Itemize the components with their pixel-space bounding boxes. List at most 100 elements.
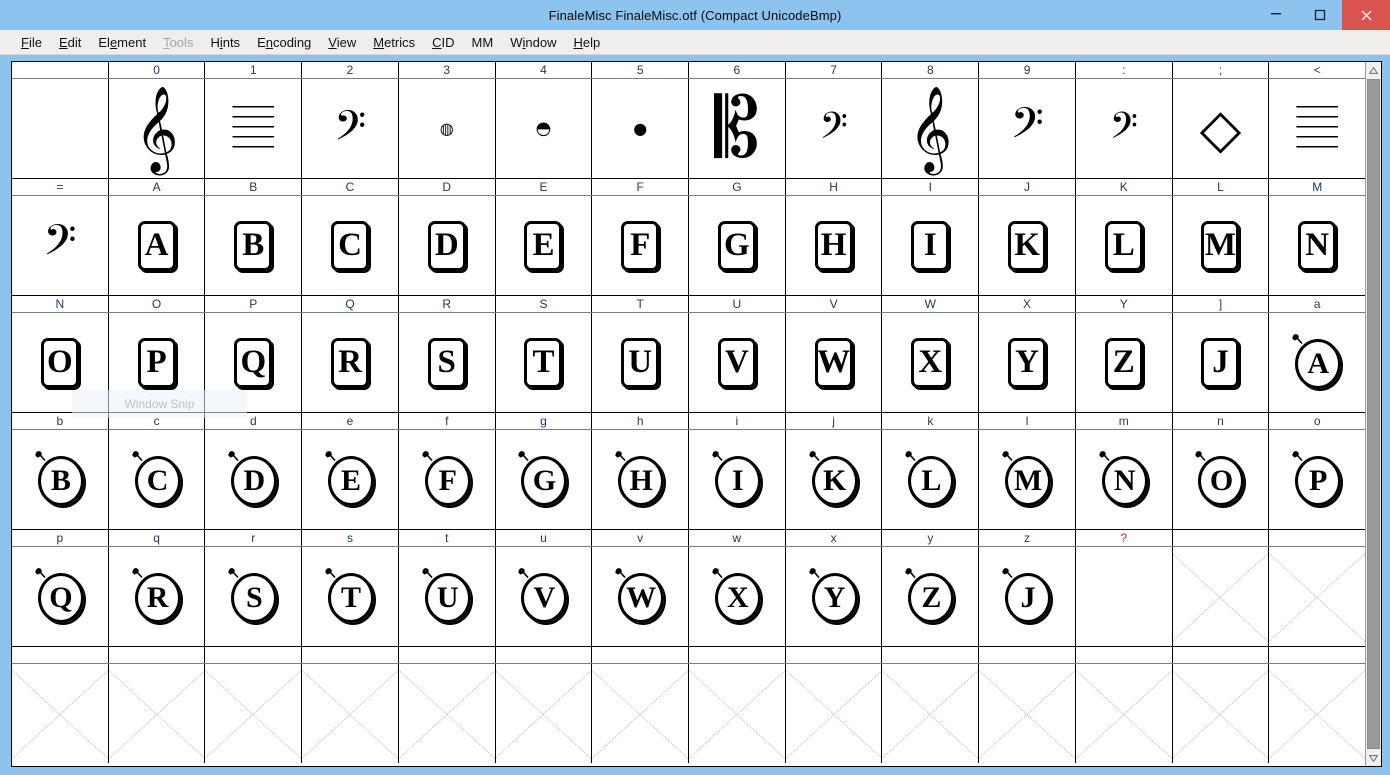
glyph-cell[interactable]	[205, 664, 303, 763]
glyph-cell[interactable]	[689, 664, 786, 763]
glyph-cell[interactable]: E	[495, 196, 593, 295]
glyph-grid[interactable]: 0 1 2 3 4 5 6 7 8 9:; < 𝄞 𝄚 𝄢 ◍ ◓ ● 𝄡 𝄢 𝄞 𝄢 𝄢 ◇ 𝄚 = A B C D E F G H I J K L M…	[12, 62, 1366, 766]
glyph-cell[interactable]: S	[398, 313, 496, 412]
menu-metrics[interactable]: Metrics	[365, 33, 424, 52]
menu-element[interactable]: Element	[90, 33, 155, 52]
glyph-cell[interactable]: A	[108, 196, 206, 295]
glyph-cell[interactable]: R	[302, 313, 399, 412]
glyph-cell[interactable]: D	[205, 430, 303, 529]
menu-file[interactable]: File	[13, 33, 51, 52]
glyph-cell[interactable]	[1075, 547, 1173, 646]
glyph-cell[interactable]: I	[882, 196, 980, 295]
glyph-cell[interactable]: U	[592, 313, 690, 412]
glyph-cell[interactable]: 𝄚	[205, 79, 303, 178]
glyph-cell[interactable]	[1172, 664, 1270, 763]
glyph-cell[interactable]: L	[882, 430, 980, 529]
glyph-cell[interactable]: ◓	[495, 79, 593, 178]
glyph-cell[interactable]: A	[1269, 313, 1366, 412]
glyph-cell[interactable]: U	[398, 547, 496, 646]
glyph-cell[interactable]: F	[592, 196, 690, 295]
glyph-cell[interactable]: D	[398, 196, 496, 295]
glyph-cell[interactable]: L	[1075, 196, 1173, 295]
glyph-cell[interactable]: V	[689, 313, 786, 412]
glyph-cell[interactable]: S	[205, 547, 303, 646]
glyph-cell[interactable]: E	[302, 430, 399, 529]
glyph-cell[interactable]: 𝄢	[979, 79, 1076, 178]
vertical-scrollbar[interactable]	[1365, 62, 1381, 766]
glyph-cell[interactable]	[882, 664, 980, 763]
glyph-cell[interactable]	[979, 664, 1076, 763]
glyph-cell[interactable]: 𝄢	[12, 196, 109, 295]
glyph-cell[interactable]: T	[495, 313, 593, 412]
glyph-cell[interactable]: Q	[12, 547, 109, 646]
glyph-cell[interactable]: ◍	[398, 79, 496, 178]
glyph-cell[interactable]: Q	[205, 313, 303, 412]
glyph-cell[interactable]: W	[592, 547, 690, 646]
glyph-cell[interactable]: 𝄢	[1075, 79, 1173, 178]
glyph-cell[interactable]: Y	[979, 313, 1076, 412]
glyph-cell[interactable]: T	[302, 547, 399, 646]
glyph-cell[interactable]	[302, 664, 399, 763]
glyph-cell[interactable]: H	[785, 196, 883, 295]
glyph-cell[interactable]	[592, 664, 690, 763]
close-button[interactable]	[1342, 0, 1390, 30]
glyph-cell[interactable]: Y	[785, 547, 883, 646]
glyph-cell[interactable]: R	[108, 547, 206, 646]
glyph-cell[interactable]: Z	[882, 547, 980, 646]
glyph-cell[interactable]: N	[1075, 430, 1173, 529]
glyph-cell[interactable]: B	[205, 196, 303, 295]
glyph-cell[interactable]	[1269, 547, 1366, 646]
glyph-cell[interactable]: 𝄞	[108, 79, 206, 178]
glyph-cell[interactable]: V	[495, 547, 593, 646]
glyph-cell[interactable]: O	[1172, 430, 1270, 529]
menu-encoding[interactable]: Encoding	[249, 33, 320, 52]
glyph-cell[interactable]: M	[1172, 196, 1270, 295]
glyph-cell[interactable]: P	[108, 313, 206, 412]
glyph-cell[interactable]: 𝄢	[302, 79, 399, 178]
menu-mm[interactable]: MM	[464, 33, 503, 52]
glyph-cell[interactable]: X	[689, 547, 786, 646]
glyph-cell[interactable]: 𝄚	[1269, 79, 1366, 178]
glyph-cell[interactable]: X	[882, 313, 980, 412]
glyph-cell[interactable]: G	[495, 430, 593, 529]
glyph-cell[interactable]	[108, 664, 206, 763]
glyph-cell[interactable]: C	[302, 196, 399, 295]
minimize-button[interactable]	[1254, 0, 1298, 30]
glyph-cell[interactable]: B	[12, 430, 109, 529]
glyph-cell[interactable]: N	[1269, 196, 1366, 295]
glyph-cell[interactable]	[495, 664, 593, 763]
maximize-button[interactable]	[1298, 0, 1342, 30]
glyph-cell[interactable]: F	[398, 430, 496, 529]
glyph-cell[interactable]: ●	[592, 79, 690, 178]
glyph-cell[interactable]: O	[12, 313, 109, 412]
menu-cid[interactable]: CID	[424, 33, 463, 52]
glyph-cell[interactable]: ◇	[1172, 79, 1270, 178]
menu-edit[interactable]: Edit	[51, 33, 90, 52]
glyph-cell[interactable]: G	[689, 196, 786, 295]
glyph-cell[interactable]: 𝄡	[689, 79, 786, 178]
glyph-cell[interactable]: 𝄞	[882, 79, 980, 178]
scrollbar-track[interactable]	[1366, 78, 1381, 750]
scroll-up-button[interactable]	[1366, 62, 1381, 78]
glyph-cell[interactable]: J	[979, 547, 1076, 646]
glyph-cell[interactable]: C	[108, 430, 206, 529]
scroll-down-button[interactable]	[1366, 750, 1381, 766]
glyph-cell[interactable]: P	[1269, 430, 1366, 529]
glyph-cell[interactable]: W	[785, 313, 883, 412]
glyph-cell[interactable]: H	[592, 430, 690, 529]
glyph-cell[interactable]: K	[979, 196, 1076, 295]
glyph-cell[interactable]	[1269, 664, 1366, 763]
glyph-cell[interactable]	[12, 79, 109, 178]
menu-window[interactable]: Window	[502, 33, 565, 52]
glyph-cell[interactable]	[12, 664, 109, 763]
menu-hints[interactable]: Hints	[202, 33, 249, 52]
glyph-cell[interactable]: M	[979, 430, 1076, 529]
menu-help[interactable]: Help	[565, 33, 609, 52]
glyph-cell[interactable]: K	[785, 430, 883, 529]
glyph-cell[interactable]	[1172, 547, 1270, 646]
glyph-cell[interactable]	[1075, 664, 1173, 763]
glyph-cell[interactable]: I	[689, 430, 786, 529]
glyph-cell[interactable]: 𝄢	[785, 79, 883, 178]
glyph-cell[interactable]	[785, 664, 883, 763]
glyph-cell[interactable]: Z	[1075, 313, 1173, 412]
